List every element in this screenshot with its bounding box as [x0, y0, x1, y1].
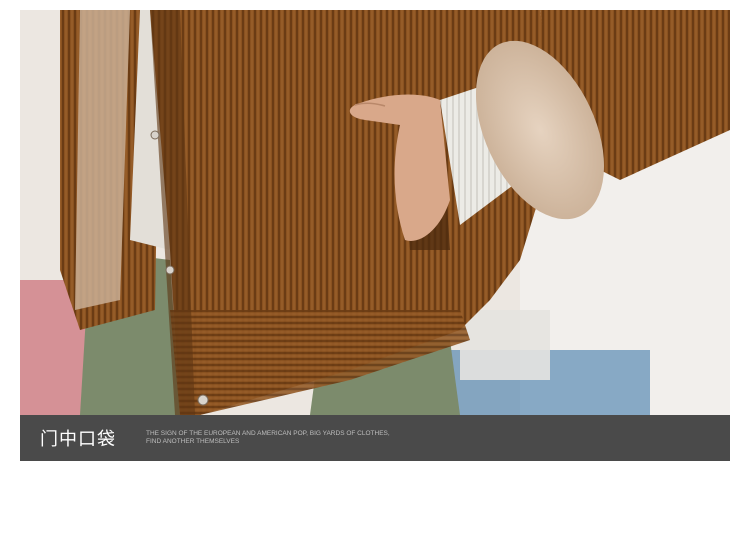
caption-title: 门中口袋	[40, 429, 116, 450]
caption-subtitle-line-1: THE SIGN OF THE EUROPEAN AND AMERICAN PO…	[146, 430, 390, 437]
caption-subtitle: THE SIGN OF THE EUROPEAN AND AMERICAN PO…	[146, 430, 390, 446]
caption-subtitle-line-2: FIND ANOTHER THEMSELVES	[146, 438, 240, 445]
jacket-pocket-illustration	[20, 10, 730, 415]
caption-bar: 门中口袋 THE SIGN OF THE EUROPEAN AND AMERIC…	[20, 415, 730, 461]
product-photo	[20, 10, 730, 415]
